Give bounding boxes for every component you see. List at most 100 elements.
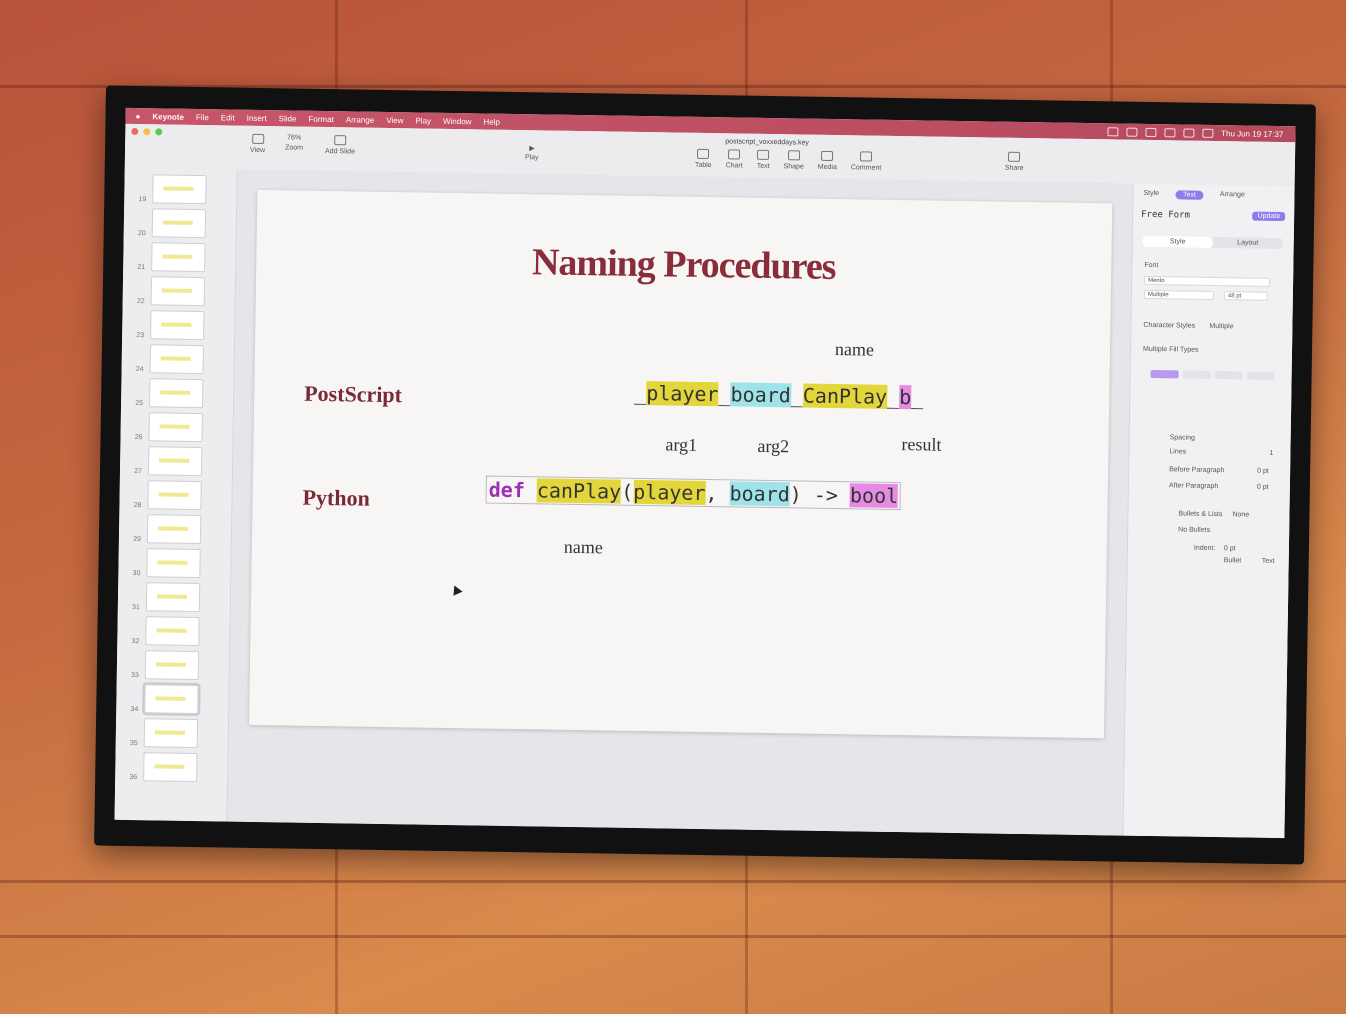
- menu-window[interactable]: Window: [443, 116, 472, 125]
- fill-types-select[interactable]: Multiple Fill Types: [1143, 346, 1199, 354]
- view-label: View: [249, 146, 266, 155]
- play-button[interactable]: ▶ Play: [525, 144, 539, 161]
- slide-thumbnail[interactable]: 29: [125, 514, 202, 545]
- menu-arrange[interactable]: Arrange: [346, 115, 375, 124]
- lines-value[interactable]: 1: [1269, 450, 1273, 457]
- status-icon[interactable]: [1145, 127, 1157, 137]
- font-size-field[interactable]: 48 pt: [1223, 291, 1268, 301]
- update-button[interactable]: Update: [1252, 211, 1286, 222]
- slide-thumbnail[interactable]: 21: [129, 242, 206, 273]
- comment-button[interactable]: Comment: [851, 151, 882, 172]
- slide-thumbnail[interactable]: 36: [121, 752, 198, 783]
- slide-thumbnail[interactable]: 28: [125, 480, 202, 511]
- python-label[interactable]: Python: [302, 485, 370, 512]
- view-button[interactable]: View: [249, 133, 266, 155]
- no-bullets-select[interactable]: No Bullets: [1178, 526, 1210, 534]
- menu-format[interactable]: Format: [308, 114, 333, 123]
- slide-number: 33: [130, 672, 139, 680]
- menu-help[interactable]: Help: [483, 117, 500, 126]
- tab-arrange[interactable]: Arrange: [1220, 191, 1245, 200]
- window-controls: [131, 127, 163, 136]
- thumbnail-image: [150, 310, 205, 341]
- share-button[interactable]: Share: [1005, 151, 1024, 172]
- indent-bullet-value[interactable]: 0 pt: [1224, 545, 1236, 552]
- slide-thumbnail[interactable]: 31: [124, 582, 201, 613]
- annotation-arg1[interactable]: arg1: [665, 434, 697, 455]
- close-window-button[interactable]: [131, 127, 139, 136]
- zoom-button[interactable]: 76% Zoom: [285, 134, 303, 151]
- slide-number: 34: [130, 706, 139, 714]
- postscript-label[interactable]: PostScript: [304, 381, 402, 409]
- slide-thumbnail[interactable]: 19: [130, 174, 207, 205]
- media-button[interactable]: Media: [818, 150, 837, 171]
- slide-title[interactable]: Naming Procedures: [256, 236, 1112, 293]
- zoom-window-button[interactable]: [155, 128, 163, 136]
- annotation-name-top[interactable]: name: [835, 339, 874, 361]
- slide-thumbnail[interactable]: 33: [123, 650, 200, 681]
- segment-layout[interactable]: Layout: [1213, 237, 1283, 249]
- tab-text[interactable]: Text: [1174, 190, 1204, 200]
- slide-thumbnail[interactable]: 25: [127, 378, 204, 409]
- before-paragraph-value[interactable]: 0 pt: [1257, 468, 1269, 475]
- postscript-code[interactable]: _player_board_CanPlay_b_: [634, 381, 923, 410]
- slide-thumbnail[interactable]: 35: [122, 718, 199, 749]
- slide-thumbnail-selected[interactable]: 34: [122, 682, 201, 717]
- paragraph-style-menu[interactable]: Free Form: [1141, 210, 1190, 221]
- font-name-select[interactable]: Menlo: [1144, 275, 1271, 287]
- text-icon: [757, 149, 770, 160]
- before-paragraph-label: Before Paragraph: [1169, 466, 1225, 475]
- search-icon[interactable]: [1202, 128, 1214, 138]
- slide[interactable]: Naming Procedures name PostScript _playe…: [249, 189, 1113, 739]
- after-paragraph-value[interactable]: 0 pt: [1257, 484, 1269, 491]
- zoom-label: Zoom: [285, 144, 304, 152]
- slide-thumbnail[interactable]: 26: [126, 412, 203, 443]
- code-board: board: [730, 382, 792, 408]
- add-slide-button[interactable]: Add Slide: [325, 135, 355, 155]
- annotation-result[interactable]: result: [901, 434, 941, 456]
- segment-style[interactable]: Style: [1142, 235, 1213, 248]
- code-canplay: CanPlay: [802, 383, 888, 409]
- slide-thumbnail[interactable]: 27: [126, 446, 203, 477]
- minimize-window-button[interactable]: [143, 128, 151, 136]
- code-underscore: _: [886, 384, 900, 410]
- battery-icon[interactable]: [1164, 127, 1176, 137]
- menu-view[interactable]: View: [386, 115, 403, 124]
- align-right-button[interactable]: [1214, 370, 1243, 380]
- menu-play[interactable]: Play: [415, 116, 431, 125]
- menu-file[interactable]: File: [196, 112, 209, 121]
- slide-thumbnail[interactable]: 22: [129, 276, 206, 307]
- status-icon[interactable]: [1126, 127, 1138, 137]
- thumbnail-image: [151, 242, 206, 273]
- annotation-name-bottom[interactable]: name: [564, 537, 603, 559]
- slide-canvas[interactable]: Naming Procedures name PostScript _playe…: [227, 169, 1133, 836]
- slide-thumbnail[interactable]: 23: [128, 310, 205, 341]
- code-underscore: _: [718, 382, 731, 407]
- slide-thumbnail[interactable]: 32: [123, 616, 200, 647]
- thumbnail-image: [148, 412, 203, 443]
- table-button[interactable]: Table: [695, 148, 712, 169]
- chart-button[interactable]: Chart: [726, 149, 743, 170]
- slide-thumbnail[interactable]: 20: [130, 208, 207, 239]
- slide-thumbnail[interactable]: 24: [128, 344, 204, 375]
- slide-thumbnail[interactable]: 30: [124, 548, 201, 579]
- align-center-button[interactable]: [1182, 370, 1211, 379]
- menu-app-name[interactable]: Keynote: [152, 112, 184, 121]
- character-styles-select[interactable]: Multiple: [1209, 323, 1233, 330]
- menu-clock[interactable]: Thu Jun 19 17:37: [1221, 129, 1283, 139]
- annotation-arg2[interactable]: arg2: [757, 436, 789, 457]
- python-code[interactable]: def canPlay(player, board) -> bool: [485, 475, 902, 511]
- menu-edit[interactable]: Edit: [221, 113, 235, 122]
- align-justify-button[interactable]: [1246, 371, 1275, 380]
- apple-icon[interactable]: ●: [135, 112, 140, 121]
- menu-slide[interactable]: Slide: [279, 114, 297, 123]
- wifi-icon[interactable]: [1183, 127, 1195, 138]
- font-style-select[interactable]: Multiple: [1143, 289, 1214, 300]
- slide-navigator[interactable]: 19 20 21 22 23 24 25 26 27 28 29 30 31 3…: [114, 167, 238, 822]
- status-icon[interactable]: [1107, 126, 1119, 136]
- tab-style[interactable]: Style: [1143, 190, 1159, 199]
- text-button[interactable]: Text: [757, 149, 770, 170]
- bullets-lists-select[interactable]: None: [1232, 511, 1249, 518]
- menu-insert[interactable]: Insert: [247, 113, 267, 122]
- align-left-button[interactable]: [1150, 369, 1179, 379]
- shape-button[interactable]: Shape: [784, 150, 805, 171]
